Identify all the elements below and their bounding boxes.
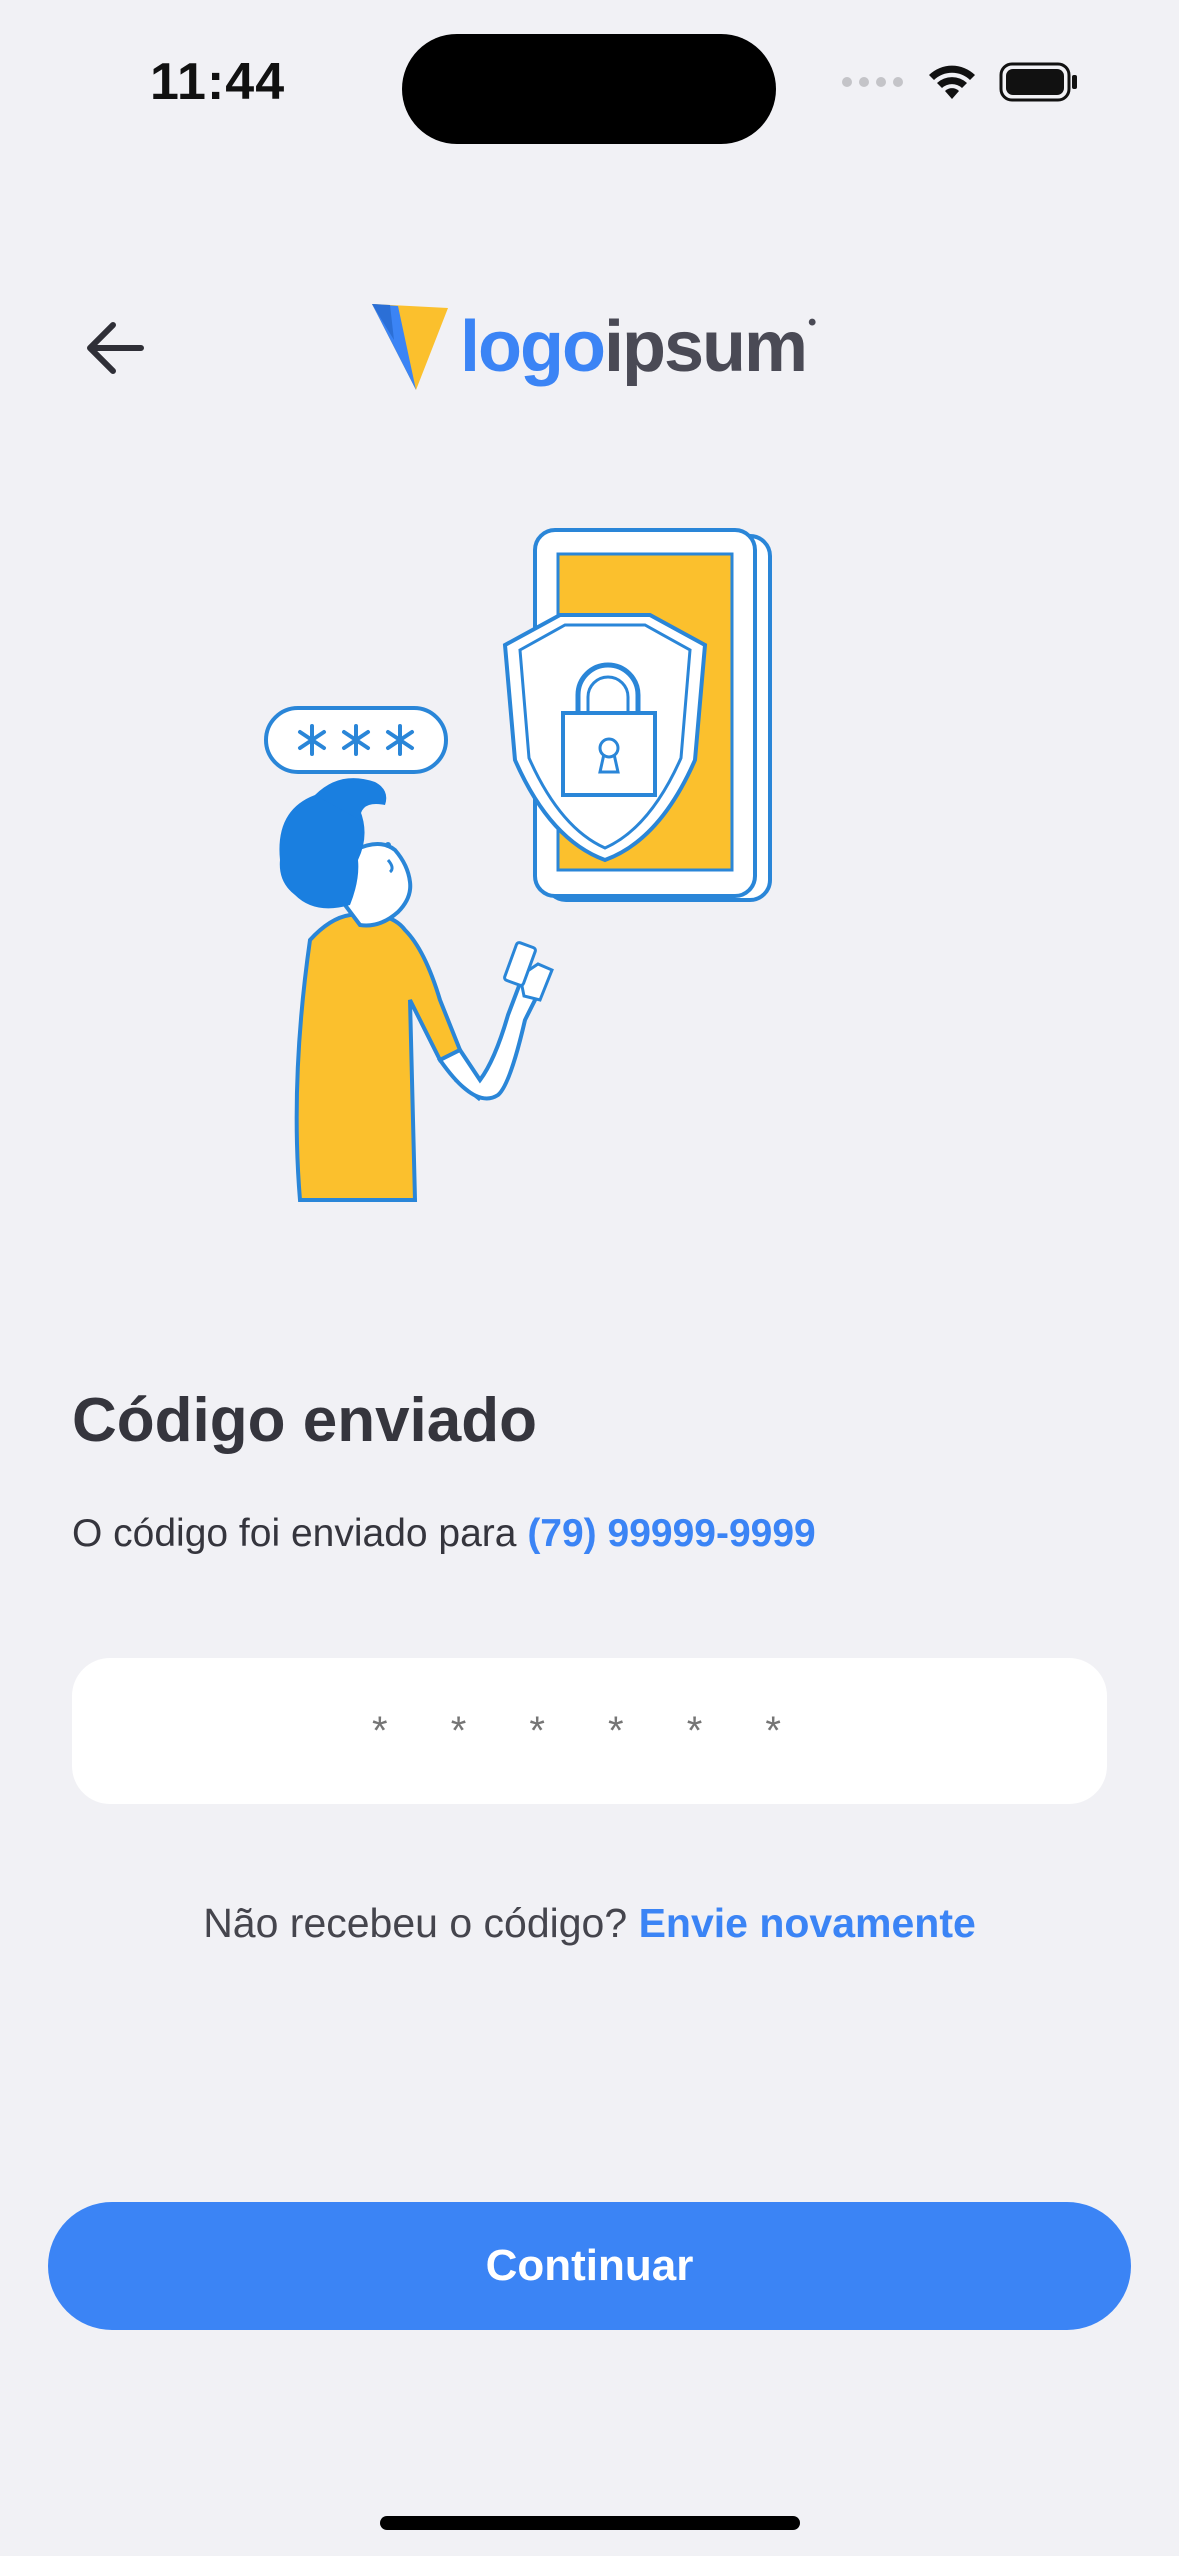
status-bar: 11:44 bbox=[0, 0, 1179, 170]
page-title: Código enviado bbox=[72, 1386, 537, 1455]
arrow-left-icon bbox=[87, 322, 144, 374]
code-input[interactable] bbox=[72, 1658, 1107, 1804]
resend-prompt: Não recebeu o código? bbox=[203, 1900, 639, 1946]
subtitle-text: O código foi enviado para bbox=[72, 1512, 528, 1555]
back-button[interactable] bbox=[72, 308, 158, 388]
security-illustration-svg bbox=[264, 528, 772, 1202]
wifi-icon bbox=[929, 65, 975, 99]
signal-icon bbox=[842, 77, 903, 87]
logo-mark-icon bbox=[372, 304, 448, 390]
battery-icon bbox=[999, 62, 1077, 102]
subtitle: O código foi enviado para (79) 99999-999… bbox=[72, 1512, 816, 1556]
phone-number: (79) 99999-9999 bbox=[527, 1512, 816, 1555]
security-illustration bbox=[240, 520, 940, 1210]
resend-link[interactable]: Envie novamente bbox=[639, 1900, 976, 1946]
brand-wordmark: logoipsum• bbox=[460, 307, 817, 387]
status-time: 11:44 bbox=[150, 53, 286, 111]
header: logoipsum• bbox=[0, 270, 1179, 420]
continue-button[interactable]: Continuar bbox=[48, 2202, 1131, 2330]
status-icons bbox=[841, 62, 1079, 102]
dynamic-island bbox=[402, 34, 776, 144]
brand-logo: logoipsum• bbox=[368, 300, 817, 394]
resend-row: Não recebeu o código? Envie novamente bbox=[0, 1900, 1179, 1947]
home-indicator bbox=[380, 2516, 800, 2530]
